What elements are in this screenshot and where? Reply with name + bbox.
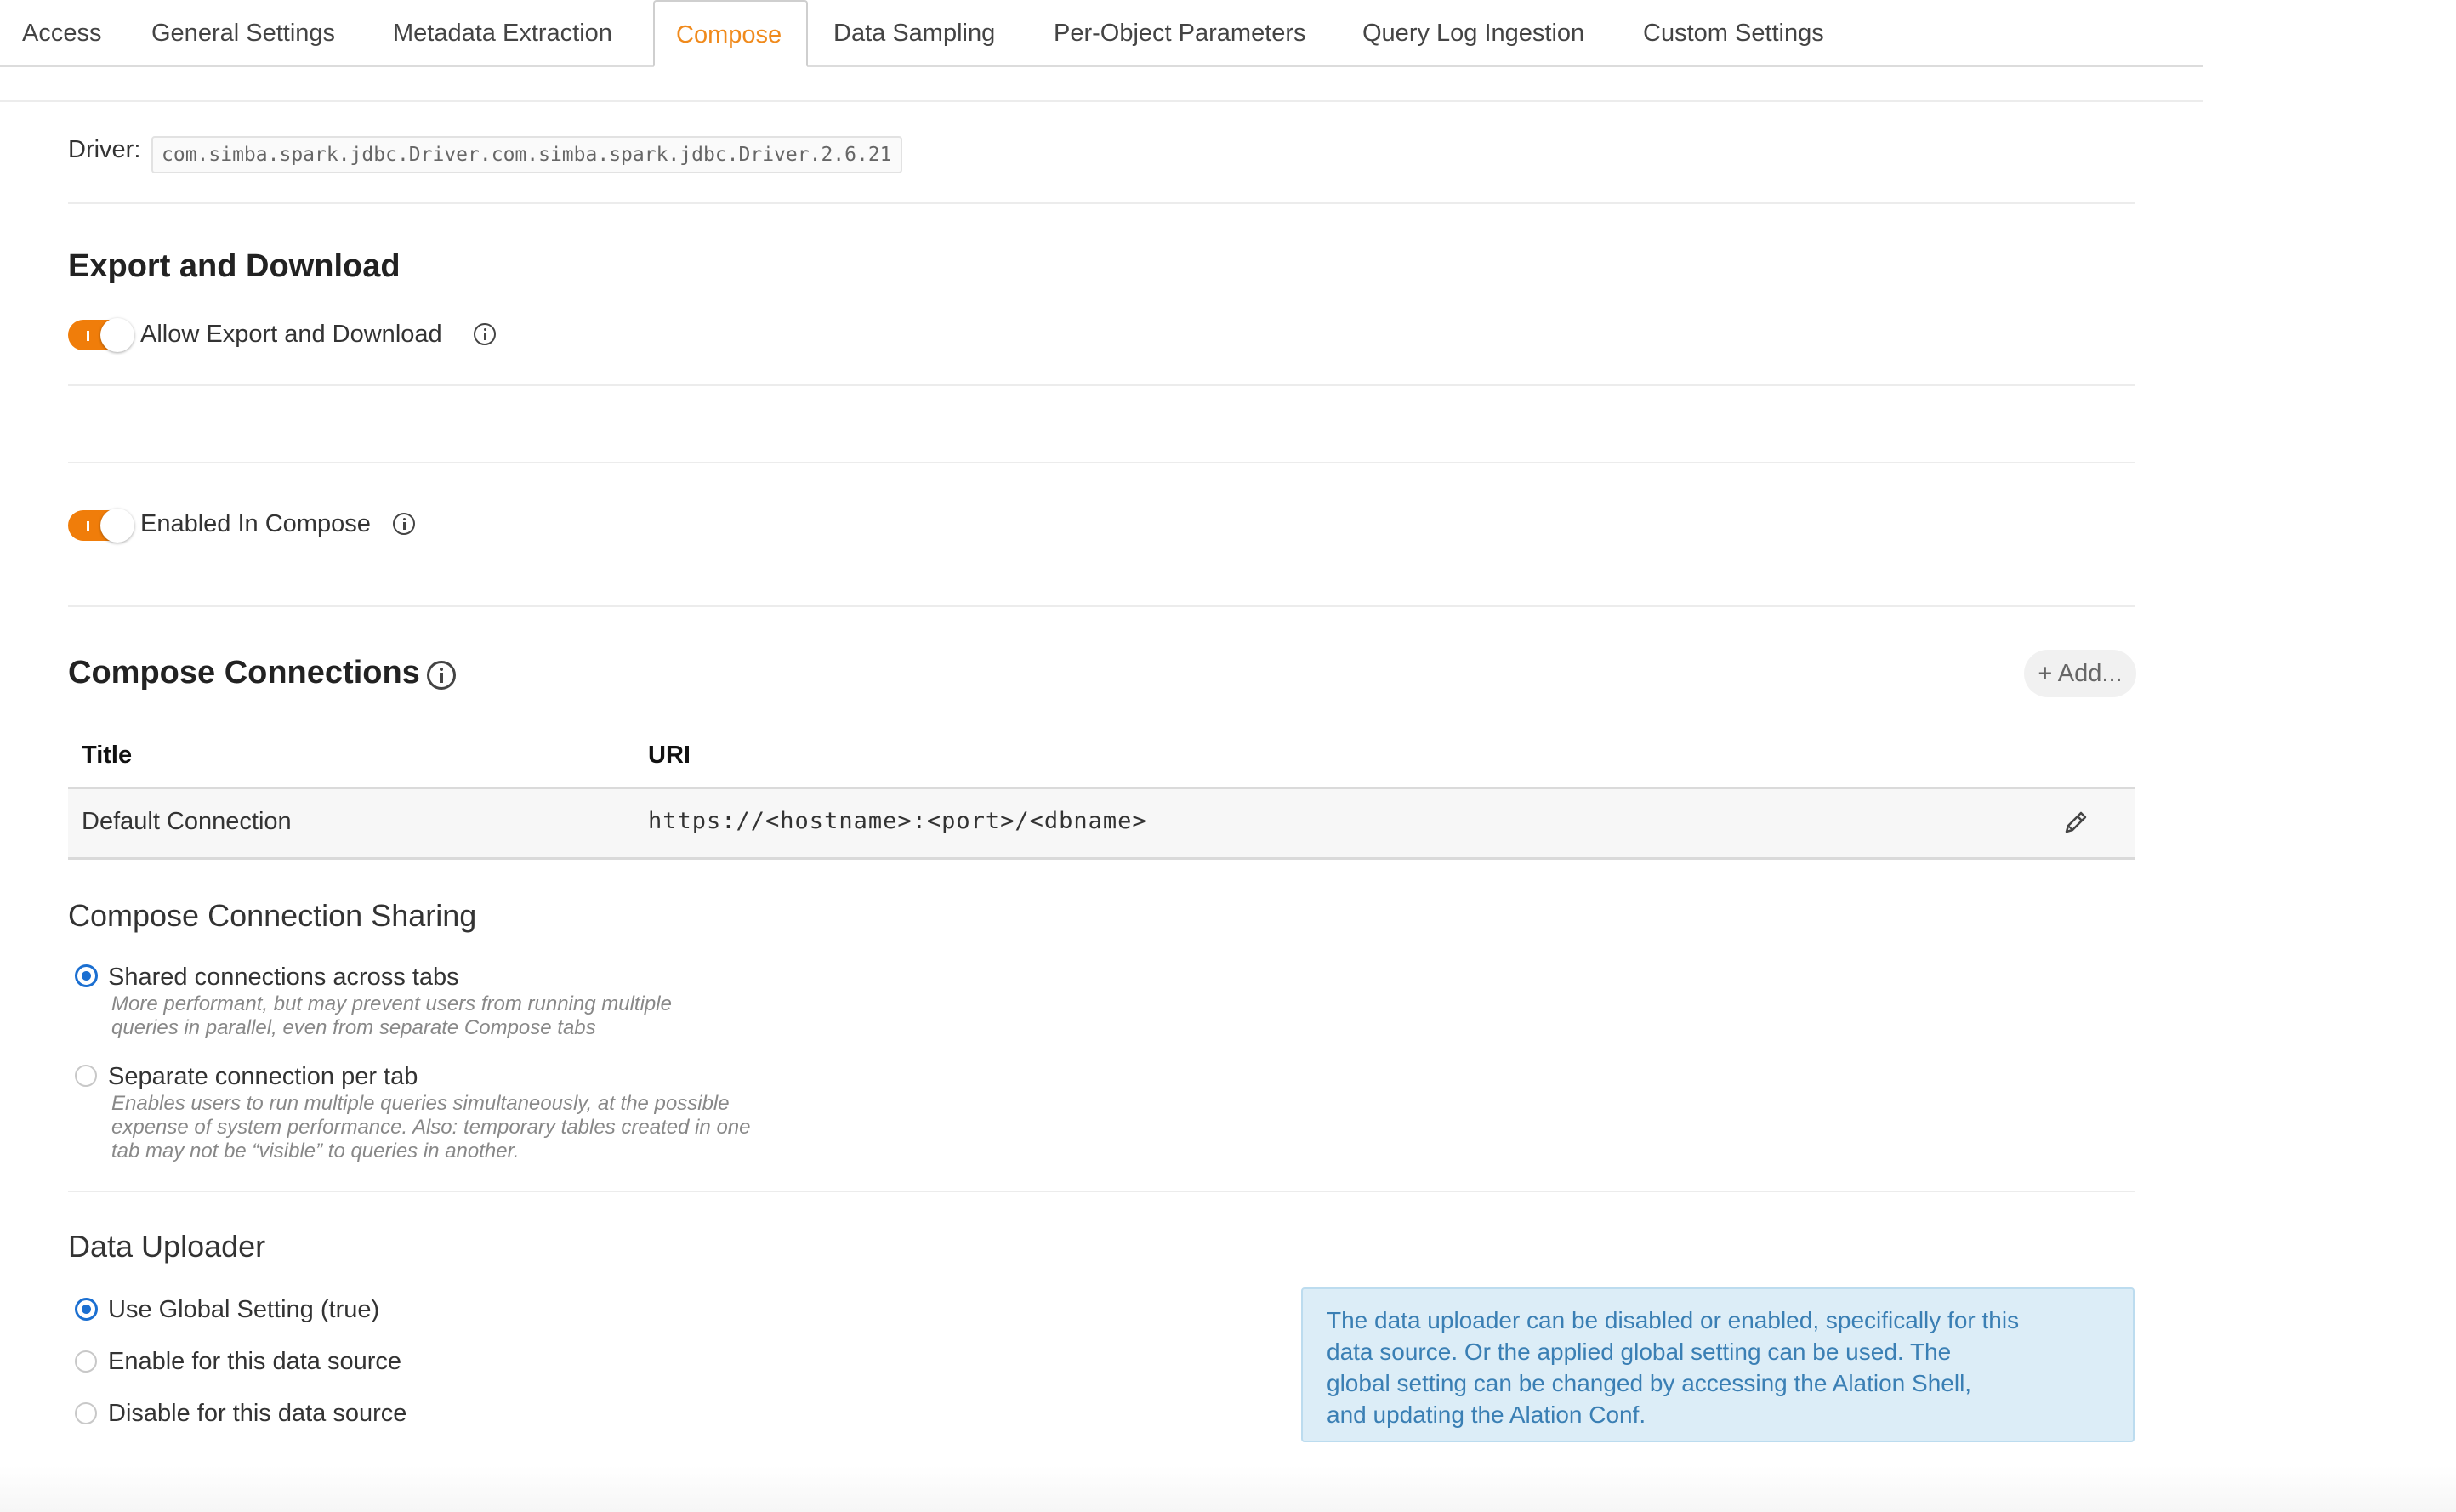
pencil-icon[interactable] — [2061, 808, 2090, 837]
note-line: global setting can be changed by accessi… — [1327, 1370, 1972, 1396]
toggle-knob — [100, 509, 134, 543]
column-header-title: Title — [82, 742, 133, 769]
shared-connections-description: More performant, but may prevent users f… — [111, 992, 877, 1040]
description-line: tab may not be “visible” to queries in a… — [111, 1140, 520, 1162]
enable-data-source-label[interactable]: Enable for this data source — [108, 1348, 401, 1376]
description-line: Enables users to run multiple queries si… — [111, 1092, 730, 1115]
radio-disable-data-source[interactable] — [75, 1402, 97, 1424]
tab-per-object-parameters[interactable]: Per-Object Parameters — [1054, 0, 1306, 65]
tab-general-settings[interactable]: General Settings — [151, 0, 335, 65]
tab-access[interactable]: Access — [22, 0, 101, 65]
info-icon[interactable] — [427, 661, 456, 690]
info-icon[interactable] — [474, 323, 496, 345]
driver-label: Driver: — [68, 136, 141, 163]
tab-compose[interactable]: Compose — [653, 0, 808, 67]
radio-separate-connection[interactable] — [75, 1065, 97, 1087]
connection-title-cell: Default Connection — [82, 808, 292, 835]
description-line: More performant, but may prevent users f… — [111, 992, 672, 1015]
use-global-setting-label[interactable]: Use Global Setting (true) — [108, 1296, 379, 1324]
toggle-knob — [100, 318, 134, 352]
toggle-on-indicator — [87, 331, 89, 341]
enabled-in-compose-label: Enabled In Compose — [140, 510, 371, 537]
allow-export-label: Allow Export and Download — [140, 321, 442, 348]
divider — [68, 1191, 2135, 1192]
divider — [0, 100, 2203, 102]
note-line: The data uploader can be disabled or ena… — [1327, 1307, 2020, 1333]
divider — [68, 462, 2135, 463]
shared-connections-label[interactable]: Shared connections across tabs — [108, 963, 459, 992]
divider — [68, 605, 2135, 607]
tab-custom-settings[interactable]: Custom Settings — [1643, 0, 1824, 65]
tab-metadata-extraction[interactable]: Metadata Extraction — [393, 0, 612, 65]
add-connection-button[interactable]: + Add... — [2024, 650, 2136, 697]
note-line: and updating the Alation Conf. — [1327, 1401, 1646, 1428]
tab-data-sampling[interactable]: Data Sampling — [833, 0, 995, 65]
divider — [68, 384, 2135, 386]
tab-query-log-ingestion[interactable]: Query Log Ingestion — [1362, 0, 1584, 65]
separate-connection-description: Enables users to run multiple queries si… — [111, 1092, 877, 1163]
description-line: queries in parallel, even from separate … — [111, 1016, 596, 1039]
compose-connections-heading: Compose Connections — [68, 655, 420, 691]
disable-data-source-label[interactable]: Disable for this data source — [108, 1400, 406, 1428]
toggle-on-indicator — [87, 521, 89, 531]
radio-use-global-setting[interactable] — [75, 1298, 98, 1321]
data-uploader-heading: Data Uploader — [68, 1229, 266, 1264]
column-header-uri: URI — [648, 742, 691, 769]
divider — [68, 202, 2135, 204]
data-uploader-info-box: The data uploader can be disabled or ena… — [1301, 1287, 2135, 1442]
connection-uri-cell: https://<hostname>:<port>/<dbname> — [648, 808, 1147, 834]
driver-value: com.simba.spark.jdbc.Driver.com.simba.sp… — [151, 136, 902, 173]
export-download-heading: Export and Download — [68, 248, 401, 284]
enabled-in-compose-toggle[interactable] — [68, 509, 134, 543]
page-bottom — [0, 1466, 2456, 1512]
radio-enable-data-source[interactable] — [75, 1350, 97, 1373]
description-line: expense of system performance. Also: tem… — [111, 1116, 751, 1139]
tab-bar: Access General Settings Metadata Extract… — [0, 0, 2203, 67]
note-line: data source. Or the applied global setti… — [1327, 1339, 1952, 1365]
radio-shared-connections[interactable] — [75, 964, 98, 987]
allow-export-toggle[interactable] — [68, 318, 134, 352]
info-icon[interactable] — [393, 513, 415, 535]
connection-sharing-heading: Compose Connection Sharing — [68, 898, 477, 933]
separate-connection-label[interactable]: Separate connection per tab — [108, 1063, 418, 1091]
